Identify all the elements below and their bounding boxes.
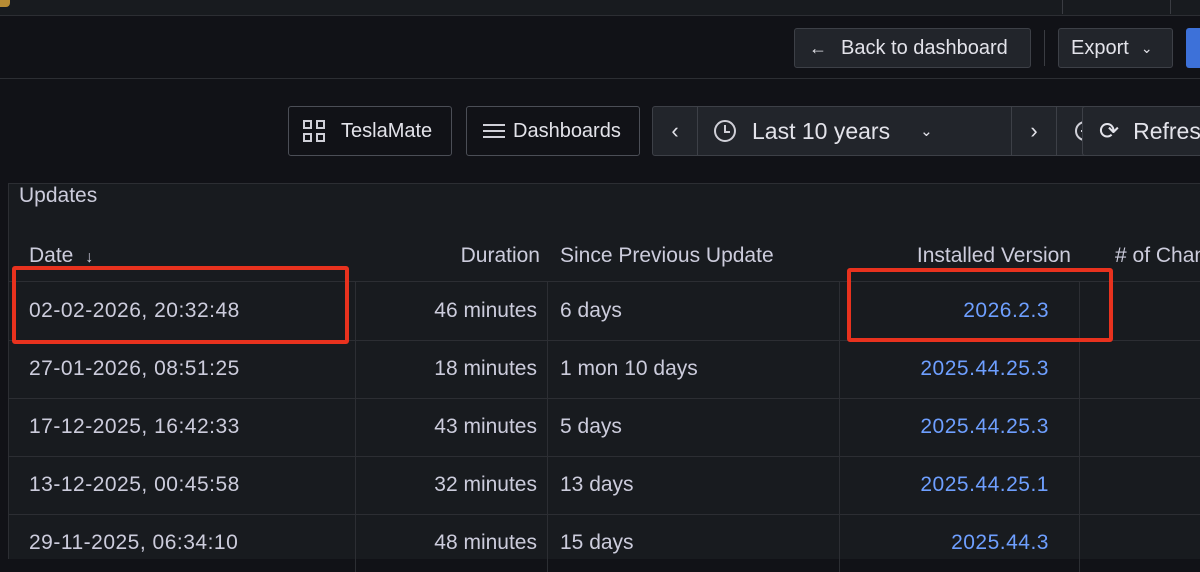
cell-since-previous: 15 days (560, 531, 634, 554)
grafana-logo-icon (0, 0, 10, 7)
back-to-dashboard-button[interactable]: ← Back to dashboard (794, 28, 1031, 68)
menu-icon (483, 120, 505, 142)
divider (1044, 30, 1045, 66)
chevron-left-icon: ‹ (671, 118, 679, 143)
column-header-date[interactable]: Date ↓ (29, 244, 93, 268)
teslamate-link-button[interactable]: TeslaMate (288, 106, 452, 156)
cell-date: 13-12-2025, 00:45:58 (29, 473, 240, 496)
panel-title: Updates (19, 184, 98, 207)
refresh-button[interactable]: ⟳ Refresh (1082, 106, 1200, 156)
top-nav-strip (0, 0, 1200, 16)
arrow-left-icon: ← (809, 37, 827, 58)
time-range-back-button[interactable]: ‹ (652, 106, 698, 156)
cell-duration: 32 minutes (434, 473, 537, 496)
dashboard-controls: TeslaMate Dashboards ‹ Last 10 years ⌄ ›… (0, 79, 1200, 183)
refresh-icon: ⟳ (1099, 117, 1120, 145)
time-range-label: Last 10 years (752, 117, 891, 144)
export-label: Export (1071, 36, 1129, 59)
dashboards-menu-button[interactable]: Dashboards (466, 106, 640, 156)
chevron-right-icon: › (1030, 118, 1038, 143)
dashboard-toolbar: ← Back to dashboard Export ⌄ (0, 16, 1200, 79)
primary-action-button[interactable] (1186, 28, 1200, 68)
cell-since-previous: 6 days (560, 299, 622, 322)
column-header-installed-version[interactable]: Installed Version (917, 244, 1071, 268)
highlight-box-version (847, 268, 1113, 342)
cell-duration: 43 minutes (434, 415, 537, 438)
dashboards-label: Dashboards (513, 119, 621, 142)
table-row: 17-12-2025, 16:42:33 43 minutes 5 days 2… (9, 398, 1200, 457)
version-link[interactable]: 2025.44.25.3 (920, 398, 1049, 456)
column-header-since-previous[interactable]: Since Previous Update (560, 244, 774, 268)
cell-date: 27-01-2026, 08:51:25 (29, 357, 240, 380)
table-row: 29-11-2025, 06:34:10 48 minutes 15 days … (9, 514, 1200, 572)
version-link[interactable]: 2025.44.25.3 (920, 340, 1049, 398)
time-range-picker: ‹ Last 10 years ⌄ › (652, 106, 1114, 156)
sort-descending-icon: ↓ (85, 249, 94, 266)
highlight-box-date (12, 266, 349, 344)
clock-icon (714, 120, 736, 142)
teslamate-label: TeslaMate (341, 119, 433, 142)
table-row: 27-01-2026, 08:51:25 18 minutes 1 mon 10… (9, 340, 1200, 399)
cell-duration: 48 minutes (434, 531, 537, 554)
version-link[interactable]: 2025.44.3 (951, 514, 1049, 572)
apps-grid-icon (303, 120, 325, 142)
divider (1170, 0, 1171, 14)
refresh-label: Refresh (1133, 117, 1200, 144)
cell-duration: 18 minutes (434, 357, 537, 380)
back-to-dashboard-label: Back to dashboard (841, 36, 1008, 59)
time-range-forward-button[interactable]: › (1011, 106, 1057, 156)
export-button[interactable]: Export ⌄ (1058, 28, 1173, 68)
column-header-duration[interactable]: Duration (461, 244, 540, 268)
version-link[interactable]: 2025.44.25.1 (920, 456, 1049, 514)
cell-since-previous: 13 days (560, 473, 634, 496)
column-header-changes[interactable]: # of Changes (1115, 244, 1200, 268)
chevron-down-icon: ⌄ (920, 123, 933, 140)
cell-since-previous: 1 mon 10 days (560, 357, 698, 380)
column-header-label: Date (29, 244, 74, 267)
divider (1062, 0, 1063, 14)
column-divider (839, 282, 840, 572)
column-divider (355, 282, 356, 572)
table-row: 13-12-2025, 00:45:58 32 minutes 13 days … (9, 456, 1200, 515)
cell-since-previous: 5 days (560, 415, 622, 438)
chevron-down-icon: ⌄ (1140, 39, 1153, 56)
cell-duration: 46 minutes (434, 299, 537, 322)
cell-date: 17-12-2025, 16:42:33 (29, 415, 240, 438)
column-divider (547, 282, 548, 572)
cell-date: 29-11-2025, 06:34:10 (29, 531, 239, 554)
time-range-select[interactable]: Last 10 years ⌄ (697, 106, 1012, 156)
updates-panel: Updates Date ↓ Duration Since Previous Up… (8, 183, 1200, 572)
